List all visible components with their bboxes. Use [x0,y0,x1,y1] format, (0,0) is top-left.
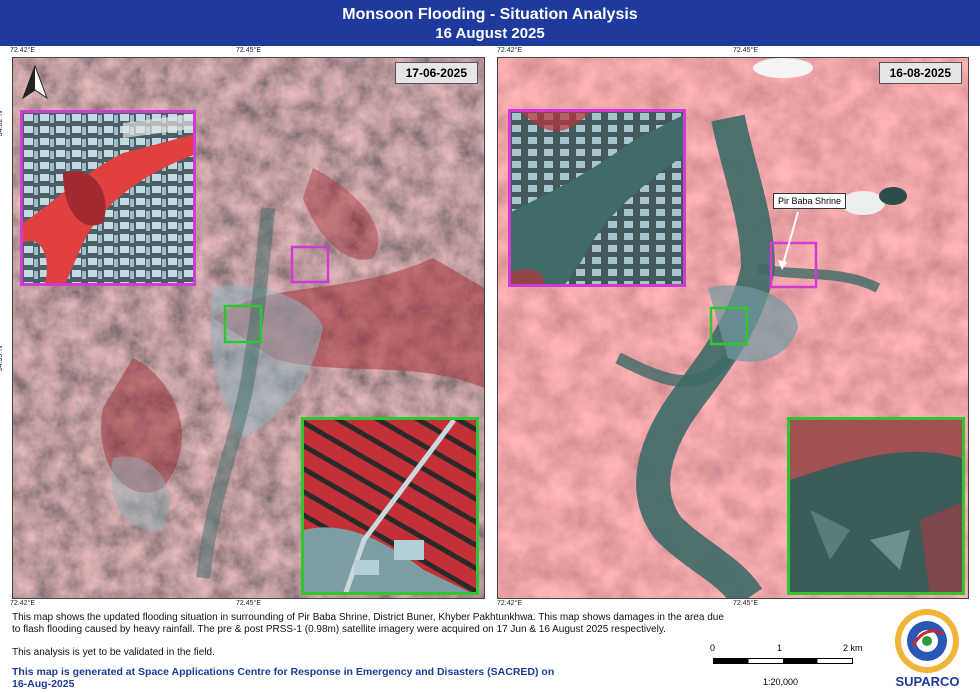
suparco-label: SUPARCO [895,674,960,689]
map-title: Monsoon Flooding - Situation Analysis [342,6,638,23]
lon-label-top-left-2: 72.45°E [236,47,261,54]
scale-tick-2: 2 km [843,643,863,653]
magenta-inset-pre[interactable] [20,110,196,286]
lat-label-left-2: 34.59°N [0,345,5,372]
validation-note: This analysis is yet to be validated in … [12,647,215,658]
map-date: 16 August 2025 [435,25,545,42]
scale-bar: 0 1 2 km 1:20,000 [705,643,875,691]
lon-label-bottom-right-1: 72.42°E [497,600,522,607]
scale-ratio: 1:20,000 [763,677,799,687]
credit-line-1: This map is generated at Space Applicati… [12,666,555,678]
post-flood-map-panel[interactable]: Pir Baba Shrine 16-08-2025 [497,57,969,599]
lon-label-bottom-left-2: 72.45°E [236,600,261,607]
inset-imagery-pre-green [304,420,476,592]
lon-label-bottom-right-2: 72.45°E [733,600,758,607]
suparco-logo: SUPARCO [885,606,970,690]
north-arrow-icon [21,64,49,100]
lat-label-left-1: 34.62°N [0,110,5,137]
magenta-inset-post[interactable] [508,109,686,287]
lon-label-top-right-1: 72.42°E [497,47,522,54]
description-line-2: to flash flooding caused by heavy rainfa… [12,624,666,635]
suparco-emblem-icon [895,609,959,673]
lon-label-bottom-left-1: 72.42°E [10,600,35,607]
credit-line-2: 16-Aug-2025 [12,678,75,690]
post-flood-date-label: 16-08-2025 [878,62,962,84]
scale-tick-1: 1 [777,643,783,653]
green-inset-pre[interactable] [301,417,479,595]
green-inset-post[interactable] [787,417,965,595]
inset-imagery-post-magenta [511,112,683,284]
pre-flood-date-label: 17-06-2025 [394,62,478,84]
title-banner: Monsoon Flooding - Situation Analysis 16… [0,0,980,46]
description-line-1: This map shows the updated flooding situ… [12,612,724,623]
scale-tick-0: 0 [710,643,716,653]
lon-label-top-left-1: 72.42°E [10,47,35,54]
pir-baba-shrine-label: Pir Baba Shrine [773,193,847,209]
inset-imagery-pre-magenta [23,113,193,283]
pre-flood-map-panel[interactable]: 17-06-2025 [12,57,485,599]
lon-label-top-right-2: 72.45°E [733,47,758,54]
scale-bar-graphic [713,658,853,664]
inset-imagery-post-green [790,420,962,592]
